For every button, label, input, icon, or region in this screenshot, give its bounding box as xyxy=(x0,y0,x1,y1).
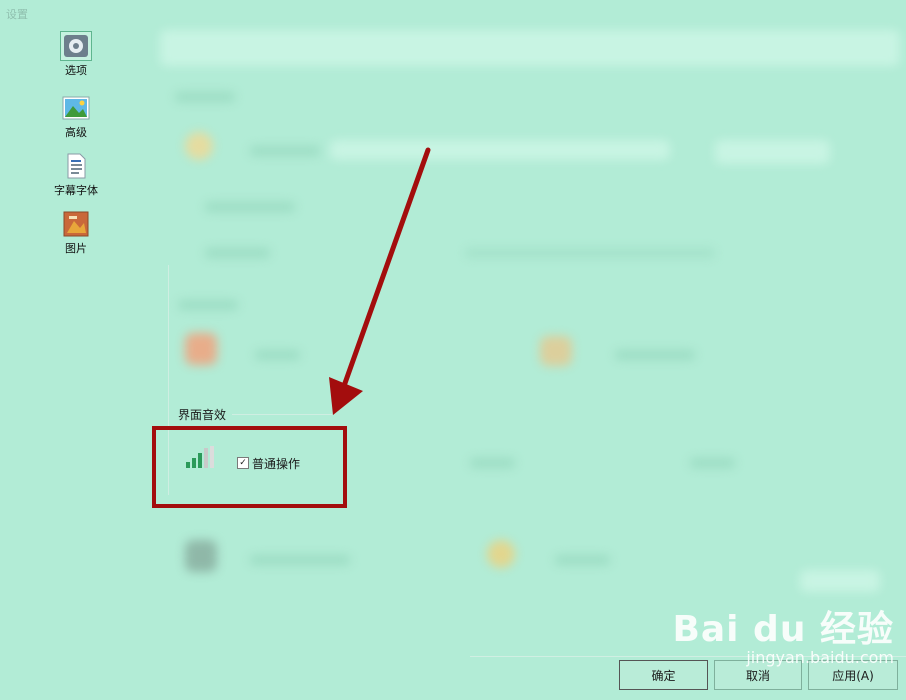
blurred-settings-content xyxy=(0,0,906,700)
group-divider xyxy=(232,414,332,415)
watermark-brand: Bai du 经验 xyxy=(672,609,894,650)
watermark-url: jingyan.baidu.com xyxy=(746,648,894,667)
group-title-sound: 界面音效 xyxy=(176,406,229,423)
highlight-box xyxy=(152,426,347,508)
annotation-arrow-icon xyxy=(329,147,431,415)
baidu-watermark: Bai du 经验 jingyan.baidu.com xyxy=(672,600,894,667)
